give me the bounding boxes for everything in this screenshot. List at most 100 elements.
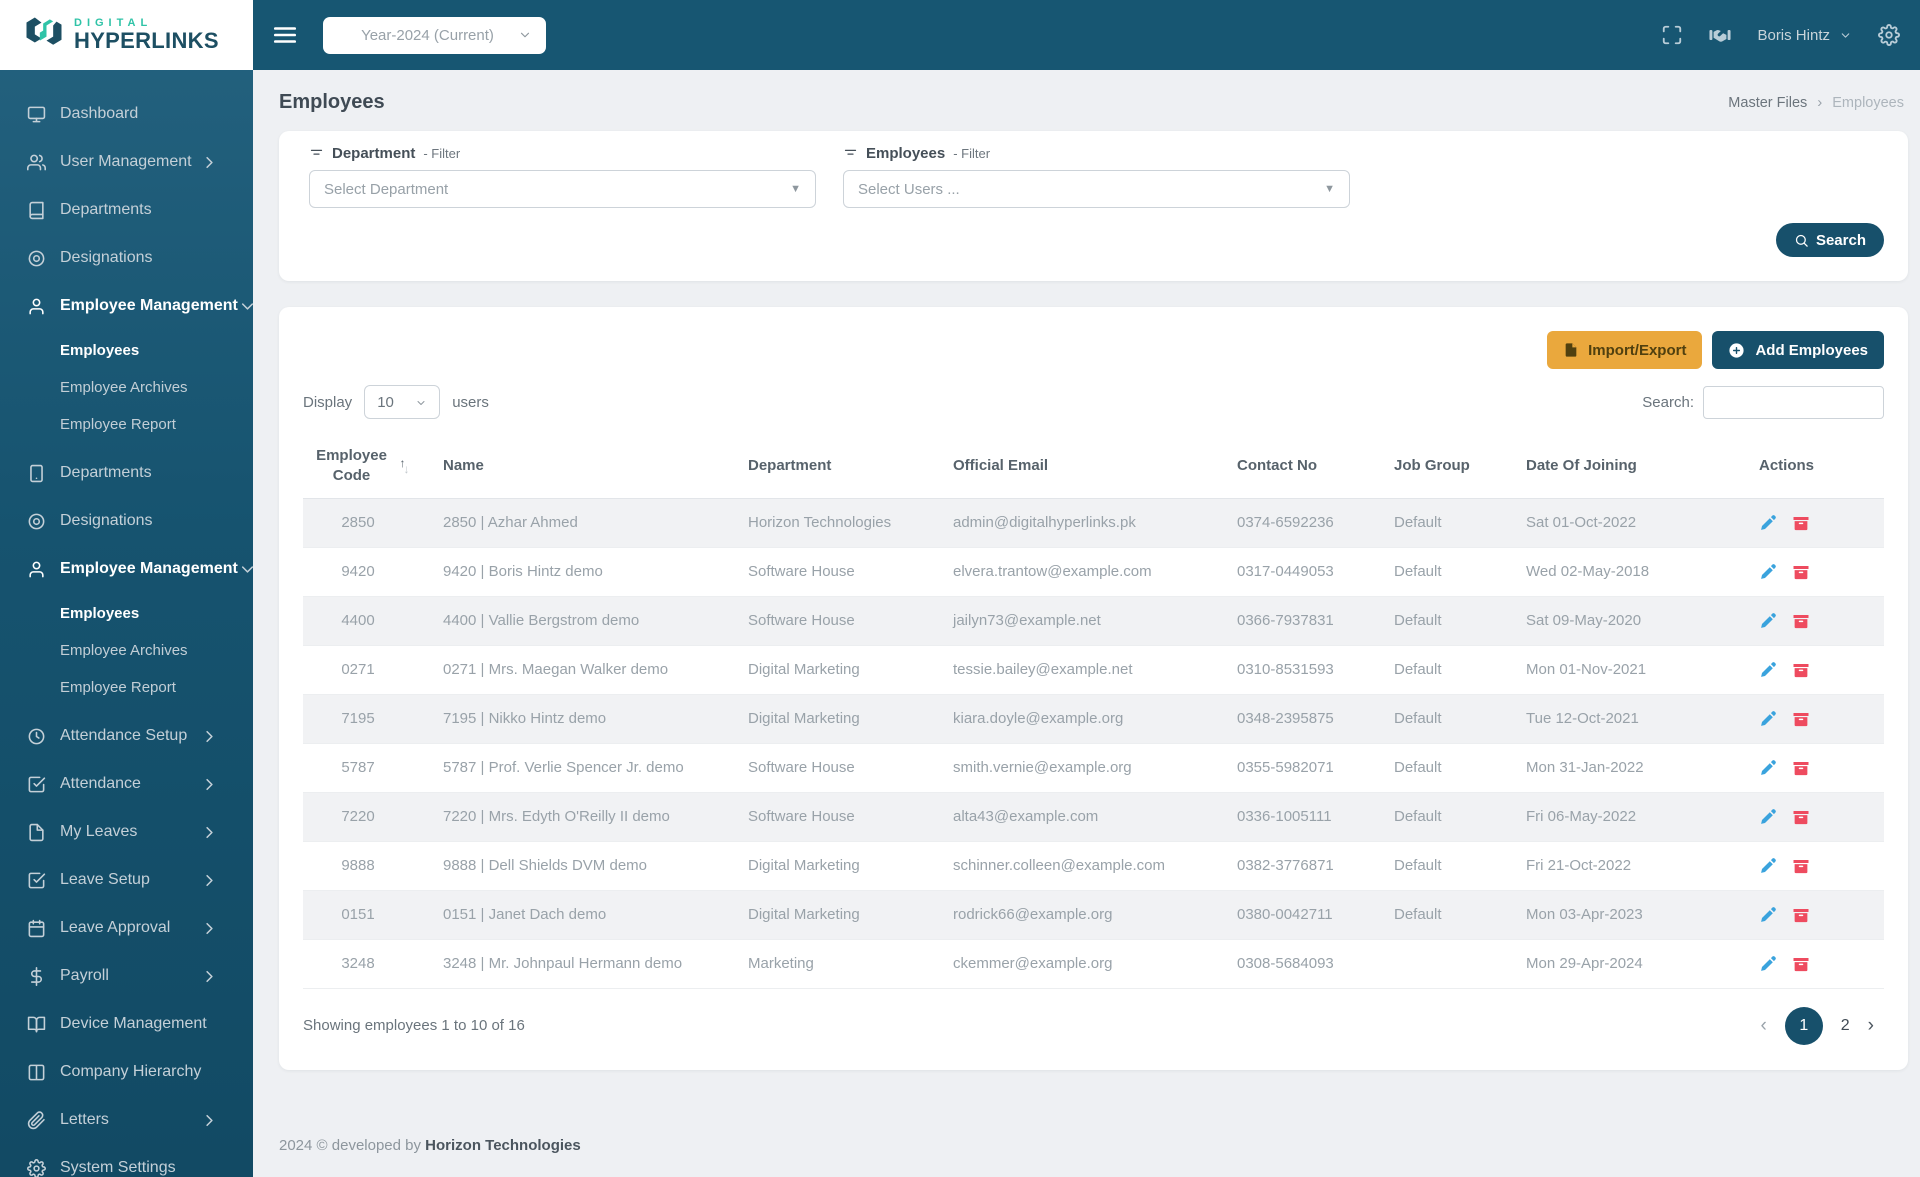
sort-icon[interactable]: ↑ ↓: [400, 457, 410, 475]
edit-button[interactable]: [1759, 759, 1777, 777]
header-department[interactable]: Department: [718, 434, 923, 499]
header-employee-code[interactable]: Employee Code ↑ ↓: [303, 434, 413, 499]
cell-job-group: Default: [1364, 890, 1496, 940]
cell-employee-code: 9888: [303, 841, 413, 891]
sidebar-item-my-leaves[interactable]: My Leaves: [0, 808, 253, 856]
archive-button[interactable]: [1792, 563, 1810, 581]
sidebar-item-user-management[interactable]: User Management: [0, 138, 253, 186]
logo[interactable]: DIGITAL HYPERLINKS: [0, 0, 253, 70]
archive-button[interactable]: [1792, 759, 1810, 777]
pagination-prev[interactable]: ‹: [1760, 1015, 1766, 1037]
sidebar-item-company-hierarchy[interactable]: Company Hierarchy: [0, 1048, 253, 1096]
sidebar-item-attendance-setup[interactable]: Attendance Setup: [0, 712, 253, 760]
cell-name: 5787 | Prof. Verlie Spencer Jr. demo: [413, 743, 718, 793]
sidebar-item-employee-management[interactable]: Employee Management: [0, 282, 253, 330]
sidebar-item-leave-setup[interactable]: Leave Setup: [0, 856, 253, 904]
sidebar-item-leave-approval[interactable]: Leave Approval: [0, 904, 253, 952]
edit-button[interactable]: [1759, 808, 1777, 826]
breadcrumb-parent[interactable]: Master Files: [1728, 95, 1807, 111]
table-row: 7195 7195 | Nikko Hintz demo Digital Marke…: [303, 694, 1884, 744]
import-export-button[interactable]: Import/Export: [1547, 331, 1703, 369]
cell-date-of-joining: Mon 01-Nov-2021: [1496, 645, 1729, 695]
cell-contact-no: 0366-7937831: [1207, 596, 1364, 646]
settings-gear-icon[interactable]: [1878, 24, 1900, 46]
chevron-right-icon: [200, 775, 219, 794]
archive-button[interactable]: [1792, 808, 1810, 826]
archive-button[interactable]: [1792, 906, 1810, 924]
sidebar-subitem-employee-report[interactable]: Employee Report: [0, 406, 253, 443]
archive-button[interactable]: [1792, 661, 1810, 679]
sidebar-item-designations[interactable]: Designations: [0, 234, 253, 282]
table-row: 5787 5787 | Prof. Verlie Spencer Jr. demo…: [303, 743, 1884, 793]
edit-button[interactable]: [1759, 710, 1777, 728]
pagination-page-2[interactable]: 2: [1841, 1017, 1850, 1035]
employees-select-placeholder: Select Users ...: [858, 180, 960, 198]
edit-button[interactable]: [1759, 612, 1777, 630]
archive-button[interactable]: [1792, 710, 1810, 728]
header-official-email[interactable]: Official Email: [923, 434, 1207, 499]
cell-actions: [1729, 596, 1884, 646]
archive-button[interactable]: [1792, 955, 1810, 973]
sidebar-subitem-employee-archives[interactable]: Employee Archives: [0, 369, 253, 406]
cell-department: Digital Marketing: [718, 645, 923, 695]
cell-official-email: schinner.colleen@example.com: [923, 841, 1207, 891]
sidebar-item-system-settings[interactable]: System Settings: [0, 1144, 253, 1177]
edit-button[interactable]: [1759, 857, 1777, 875]
year-select[interactable]: Year-2024 (Current): [323, 16, 546, 54]
edit-button[interactable]: [1759, 563, 1777, 581]
sidebar-item-device-management[interactable]: Device Management: [0, 1000, 253, 1048]
cell-official-email: ckemmer@example.org: [923, 939, 1207, 989]
sidebar-item-dashboard[interactable]: Dashboard: [0, 90, 253, 138]
cell-date-of-joining: Fri 06-May-2022: [1496, 792, 1729, 842]
hamburger-menu-icon[interactable]: [272, 22, 298, 48]
sidebar-item-designations[interactable]: Designations: [0, 497, 253, 545]
pagination-next[interactable]: ›: [1868, 1015, 1874, 1037]
fullscreen-icon[interactable]: [1661, 24, 1683, 46]
header-contact-no[interactable]: Contact No: [1207, 434, 1364, 499]
archive-button[interactable]: [1792, 612, 1810, 630]
edit-button[interactable]: [1759, 955, 1777, 973]
cell-department: Software House: [718, 547, 923, 597]
table-row: 2850 2850 | Azhar Ahmed Horizon Technologi…: [303, 498, 1884, 548]
display-suffix: users: [452, 393, 489, 411]
footer-company-link[interactable]: Horizon Technologies: [425, 1137, 581, 1154]
book-open-icon: [27, 1015, 46, 1034]
sidebar-item-employee-management[interactable]: Employee Management: [0, 545, 253, 593]
page-size-select[interactable]: 10: [364, 385, 441, 419]
handshake-icon[interactable]: [1709, 24, 1732, 46]
gear-icon: [27, 1158, 46, 1177]
cell-department: Software House: [718, 743, 923, 793]
employees-filter-label: Employees: [866, 145, 946, 162]
header-date-of-joining[interactable]: Date Of Joining: [1496, 434, 1729, 499]
edit-button[interactable]: [1759, 661, 1777, 679]
employees-select[interactable]: Select Users ... ▼: [843, 170, 1350, 208]
sidebar-subitem-employees[interactable]: Employees: [0, 595, 253, 632]
add-employees-button[interactable]: Add Employees: [1712, 331, 1884, 369]
sidebar-item-attendance[interactable]: Attendance: [0, 760, 253, 808]
edit-button[interactable]: [1759, 514, 1777, 532]
cell-job-group: Default: [1364, 694, 1496, 744]
user-icon: [27, 560, 46, 579]
cell-employee-code: 5787: [303, 743, 413, 793]
cell-contact-no: 0308-5684093: [1207, 939, 1364, 989]
header-name[interactable]: Name: [413, 434, 718, 499]
sidebar-subitem-employees[interactable]: Employees: [0, 332, 253, 369]
search-button[interactable]: Search: [1775, 223, 1884, 257]
sidebar-item-departments[interactable]: Departments: [0, 449, 253, 497]
sidebar-subitem-employee-archives[interactable]: Employee Archives: [0, 632, 253, 669]
header-job-group[interactable]: Job Group: [1364, 434, 1496, 499]
user-menu[interactable]: Boris Hintz: [1757, 27, 1852, 44]
edit-button[interactable]: [1759, 906, 1777, 924]
sidebar-item-departments[interactable]: Departments: [0, 186, 253, 234]
pagination-page-1[interactable]: 1: [1784, 1006, 1823, 1045]
sidebar-item-letters[interactable]: Letters: [0, 1096, 253, 1144]
year-select-value: Year-2024 (Current): [361, 26, 494, 44]
cell-official-email: rodrick66@example.org: [923, 890, 1207, 940]
table-search-input[interactable]: [1703, 385, 1884, 419]
sidebar-item-payroll[interactable]: Payroll: [0, 952, 253, 1000]
department-select[interactable]: Select Department ▼: [309, 170, 816, 208]
archive-button[interactable]: [1792, 857, 1810, 875]
sidebar-subitem-employee-report[interactable]: Employee Report: [0, 669, 253, 706]
archive-button[interactable]: [1792, 514, 1810, 532]
cell-actions: [1729, 890, 1884, 940]
